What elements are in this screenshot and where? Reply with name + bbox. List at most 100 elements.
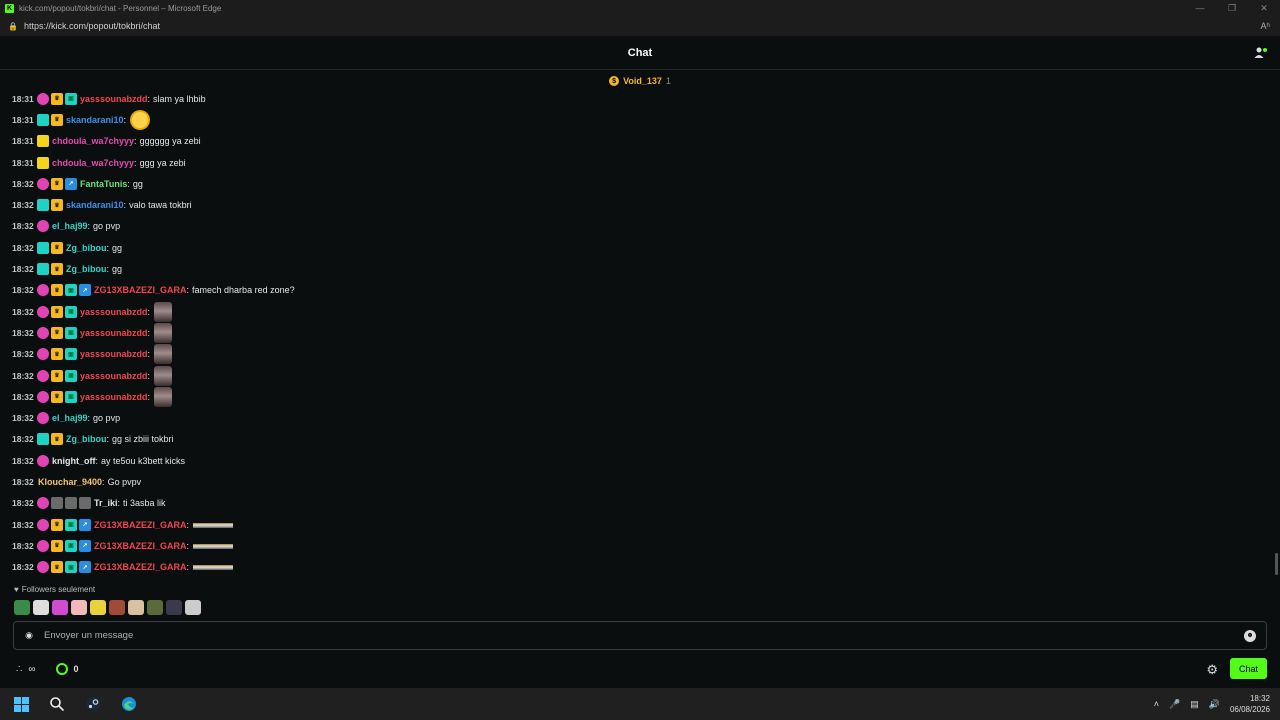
message-username[interactable]: ZG13XBAZEZI_GARA	[94, 520, 187, 530]
message-username[interactable]: ZG13XBAZEZI_GARA	[94, 562, 187, 572]
search-icon[interactable]	[48, 695, 66, 713]
message-username[interactable]: yasssounabzdd	[80, 392, 148, 402]
message-username[interactable]: skandarani10	[66, 115, 124, 125]
message-username[interactable]: yasssounabzdd	[80, 94, 148, 104]
sub-badge-icon[interactable]	[37, 539, 49, 552]
gift-badge-icon[interactable]: ▣	[65, 539, 77, 552]
chevron-up-icon[interactable]: ˄	[1154, 699, 1159, 709]
gift-badge-icon[interactable]: ▣	[65, 390, 77, 403]
crown-badge-icon[interactable]: ♛	[51, 199, 63, 212]
crown-badge-icon[interactable]: ♛	[51, 390, 63, 403]
gift-badge-icon[interactable]: ▣	[65, 326, 77, 339]
message-username[interactable]: ZG13XBAZEZI_GARA	[94, 285, 187, 295]
pinned-username[interactable]: Void_137	[623, 76, 662, 86]
og-badge-icon[interactable]: ↗	[65, 177, 77, 190]
sub-badge-icon[interactable]	[37, 561, 49, 574]
gift-badge-icon[interactable]: ▣	[65, 348, 77, 361]
read-aloud-icon[interactable]: Aʰ	[1261, 21, 1270, 31]
message-input-box[interactable]: ◉ ☻	[13, 621, 1267, 650]
quick-emote-icon[interactable]	[52, 600, 68, 615]
quick-emote-icon[interactable]	[14, 600, 30, 615]
send-chat-button[interactable]: Chat	[1230, 658, 1267, 679]
sub-badge-icon[interactable]	[37, 518, 49, 531]
crown-badge-icon[interactable]: ♛	[51, 92, 63, 105]
gift-badge-icon[interactable]: ▣	[65, 561, 77, 574]
crown-badge-icon[interactable]: ♛	[51, 305, 63, 318]
volume-icon[interactable]: 🔊	[1209, 699, 1220, 710]
face-emote-icon[interactable]	[130, 109, 151, 130]
users-icon[interactable]	[1254, 46, 1268, 60]
og-badge-icon[interactable]: ↗	[79, 518, 91, 531]
message-username[interactable]: FantaTunis	[80, 179, 127, 189]
misc-badge-icon[interactable]	[79, 497, 91, 510]
message-input[interactable]	[44, 630, 1244, 641]
crown-badge-icon[interactable]: ♛	[51, 433, 63, 446]
sub-badge-icon[interactable]	[37, 369, 49, 382]
quick-emote-icon[interactable]	[166, 600, 182, 615]
channel-points-icon[interactable]	[55, 663, 68, 675]
sub-badge-icon[interactable]	[37, 348, 49, 361]
message-username[interactable]: Tr_iki	[94, 498, 118, 508]
gift-badge-icon[interactable]: ▣	[65, 518, 77, 531]
shield-icon[interactable]: ◉	[24, 630, 34, 641]
car-emote-icon[interactable]	[193, 538, 234, 553]
crown-badge-icon[interactable]: ♛	[51, 348, 63, 361]
microphone-icon[interactable]: 🎤	[1169, 699, 1180, 710]
misc-badge-icon[interactable]	[65, 497, 77, 510]
message-username[interactable]: yasssounabzdd	[80, 307, 148, 317]
sub-badge-icon[interactable]	[37, 177, 49, 190]
quick-emote-icon[interactable]	[109, 600, 125, 615]
num-y-badge-icon[interactable]	[37, 135, 49, 148]
message-username[interactable]: yasssounabzdd	[80, 328, 148, 338]
message-username[interactable]: Zg_bibou	[66, 243, 107, 253]
sub-badge-icon[interactable]	[37, 497, 49, 510]
quick-emote-icon[interactable]	[147, 600, 163, 615]
message-username[interactable]: Zg_bibou	[66, 434, 107, 444]
crown-badge-icon[interactable]: ♛	[51, 263, 63, 276]
photo-emote-icon[interactable]	[154, 301, 173, 322]
quick-emote-icon[interactable]	[128, 600, 144, 615]
quick-emote-icon[interactable]	[33, 600, 49, 615]
url-field[interactable]: https://kick.com/popout/tokbri/chat	[24, 21, 1261, 31]
message-username[interactable]: yasssounabzdd	[80, 371, 148, 381]
sub-badge-icon[interactable]	[37, 390, 49, 403]
sub-badge-icon[interactable]	[37, 92, 49, 105]
sub-badge-icon[interactable]	[37, 305, 49, 318]
message-username[interactable]: Zg_bibou	[66, 264, 107, 274]
car-emote-icon[interactable]	[193, 517, 234, 532]
quick-emote-icon[interactable]	[185, 600, 201, 615]
photo-emote-icon[interactable]	[154, 365, 173, 386]
quick-emote-icon[interactable]	[90, 600, 106, 615]
crown-badge-icon[interactable]: ♛	[51, 561, 63, 574]
sub-badge-icon[interactable]	[37, 454, 49, 467]
crown-badge-icon[interactable]: ♛	[51, 113, 63, 126]
edge-icon[interactable]	[120, 695, 138, 713]
og-badge-icon[interactable]: ↗	[79, 561, 91, 574]
photo-emote-icon[interactable]	[154, 322, 173, 343]
message-username[interactable]: chdoula_wa7chyyy	[52, 136, 134, 146]
num-c-badge-icon[interactable]	[37, 241, 49, 254]
settings-gear-icon[interactable]: ⚙	[1206, 662, 1218, 678]
scrollbar-thumb[interactable]	[1275, 553, 1278, 575]
crown-badge-icon[interactable]: ♛	[51, 539, 63, 552]
lock-icon[interactable]: 🔒	[8, 22, 18, 31]
message-username[interactable]: yasssounabzdd	[80, 349, 148, 359]
message-username[interactable]: el_haj99	[52, 221, 88, 231]
steam-icon[interactable]	[84, 695, 102, 713]
crown-badge-icon[interactable]: ♛	[51, 369, 63, 382]
emoji-picker-icon[interactable]: ☻	[1244, 629, 1256, 642]
gift-badge-icon[interactable]: ▣	[65, 305, 77, 318]
sub-badge-icon[interactable]	[37, 284, 49, 297]
close-icon[interactable]: ✕	[1248, 0, 1280, 16]
sub-badge-icon[interactable]	[37, 220, 49, 233]
num-c-badge-icon[interactable]	[37, 433, 49, 446]
og-badge-icon[interactable]: ↗	[79, 539, 91, 552]
sub-badge-icon[interactable]	[37, 326, 49, 339]
num-y-badge-icon[interactable]	[37, 156, 49, 169]
gift-badge-icon[interactable]: ▣	[65, 369, 77, 382]
num-c-badge-icon[interactable]	[37, 199, 49, 212]
windows-start-icon[interactable]	[12, 695, 30, 713]
message-username[interactable]: ZG13XBAZEZI_GARA	[94, 541, 187, 551]
infinity-icon[interactable]: ∞	[28, 664, 35, 675]
message-username[interactable]: chdoula_wa7chyyy	[52, 158, 134, 168]
